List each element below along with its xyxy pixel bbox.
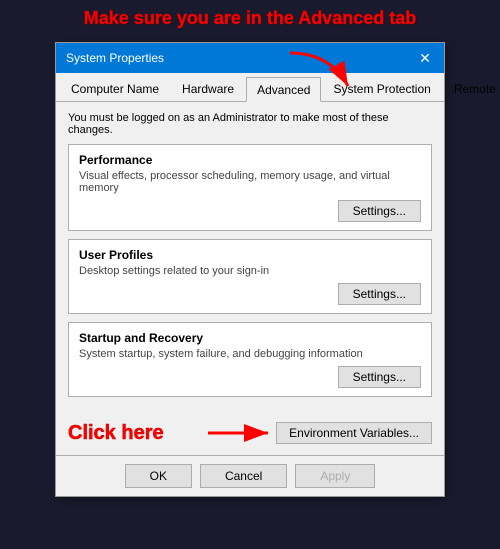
performance-title: Performance xyxy=(79,153,421,167)
performance-settings-button[interactable]: Settings... xyxy=(338,200,421,222)
cancel-button[interactable]: Cancel xyxy=(200,464,287,488)
startup-recovery-desc: System startup, system failure, and debu… xyxy=(79,348,421,360)
performance-desc: Visual effects, processor scheduling, me… xyxy=(79,170,421,194)
tab-remote[interactable]: Remote xyxy=(443,77,500,101)
admin-info-text: You must be logged on as an Administrato… xyxy=(68,112,432,136)
user-profiles-section: User Profiles Desktop settings related t… xyxy=(68,239,432,314)
apply-button[interactable]: Apply xyxy=(295,464,375,488)
right-arrow-icon xyxy=(206,421,276,445)
tab-computer-name[interactable]: Computer Name xyxy=(60,77,170,101)
user-profiles-title: User Profiles xyxy=(79,248,421,262)
dialog-footer: OK Cancel Apply xyxy=(56,455,444,496)
startup-recovery-title: Startup and Recovery xyxy=(79,331,421,345)
startup-recovery-section: Startup and Recovery System startup, sys… xyxy=(68,322,432,397)
dialog-body: You must be logged on as an Administrato… xyxy=(56,102,444,415)
ok-button[interactable]: OK xyxy=(125,464,192,488)
performance-section: Performance Visual effects, processor sc… xyxy=(68,144,432,231)
arrow-right-container: Environment Variables... xyxy=(206,421,432,445)
environment-variables-button[interactable]: Environment Variables... xyxy=(276,422,432,444)
tab-bar: Computer Name Hardware Advanced System P… xyxy=(56,73,444,102)
instruction-banner: Make sure you are in the Advanced tab xyxy=(84,8,416,29)
title-bar: System Properties ✕ xyxy=(56,43,444,73)
startup-recovery-settings-button[interactable]: Settings... xyxy=(338,366,421,388)
close-button[interactable]: ✕ xyxy=(416,49,434,67)
arrow-top-indicator xyxy=(280,48,360,101)
user-profiles-settings-button[interactable]: Settings... xyxy=(338,283,421,305)
env-variables-row: Click here Environment Variables... xyxy=(56,415,444,455)
system-properties-dialog: System Properties ✕ Computer Name Hardwa… xyxy=(55,42,445,497)
tab-hardware[interactable]: Hardware xyxy=(171,77,245,101)
user-profiles-desc: Desktop settings related to your sign-in xyxy=(79,265,421,277)
dialog-title: System Properties xyxy=(66,51,164,65)
click-here-label: Click here xyxy=(68,422,164,445)
